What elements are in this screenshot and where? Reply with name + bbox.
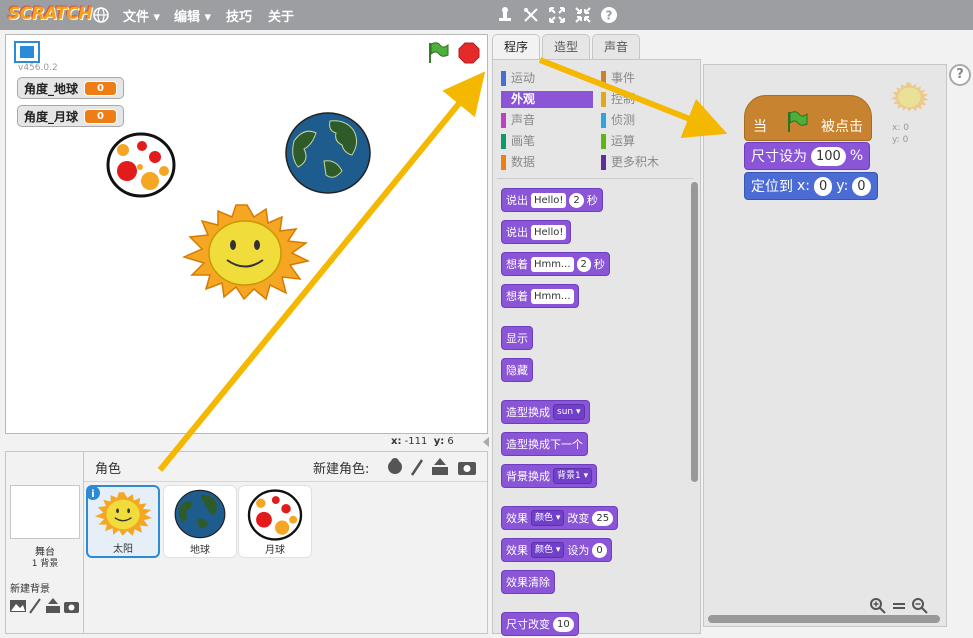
moon-sprite[interactable] xyxy=(106,132,176,198)
backdrop-tools xyxy=(10,598,79,614)
new-sprite-tools xyxy=(388,458,476,476)
globe-icon[interactable] xyxy=(92,6,110,24)
category-motion[interactable]: 运动 xyxy=(501,70,593,87)
help-button[interactable]: ? xyxy=(949,64,971,86)
block-clear-effects[interactable]: 效果清除 xyxy=(501,570,555,594)
grow-icon[interactable] xyxy=(548,6,566,24)
block-set-effect[interactable]: 效果 颜色 ▾ 设为 0 xyxy=(501,538,612,562)
block-goto-xy[interactable]: 定位到 x: 0 y: 0 xyxy=(744,172,878,200)
help-circle-icon[interactable]: ? xyxy=(600,6,618,24)
green-flag-icon xyxy=(788,111,808,132)
block-say-for-secs[interactable]: 说出 Hello! 2 秒 xyxy=(501,188,603,212)
backdrop-count: 1 背景 xyxy=(31,559,59,569)
stage-thumbnail[interactable] xyxy=(10,485,80,539)
sun-thumbnail xyxy=(94,492,153,536)
script-area[interactable]: 当 被点击 尺寸设为 100% 定位到 x: 0 y: 0 x: 0 y: 0 xyxy=(703,64,947,627)
block-hide[interactable]: 隐藏 xyxy=(501,358,533,382)
tab-costumes[interactable]: 造型 xyxy=(542,34,590,59)
variable-monitor: 角度_月球 0 xyxy=(17,105,124,127)
block-say[interactable]: 说出 Hello! xyxy=(501,220,572,244)
block-show[interactable]: 显示 xyxy=(501,326,533,350)
palette-scrollbar[interactable] xyxy=(691,182,698,482)
scratch-logo[interactable]: SCRATCH xyxy=(8,4,93,24)
version-label: v456.0.2 xyxy=(18,63,58,73)
upload-icon xyxy=(432,458,448,475)
variable-name: 角度_月球 xyxy=(24,109,79,124)
new-sprite-label: 新建角色: xyxy=(313,462,370,477)
sprite-x-readout: x: 0 xyxy=(892,123,909,133)
category-sound[interactable]: 声音 xyxy=(501,112,593,129)
category-operators[interactable]: 运算 xyxy=(601,133,693,150)
stop-icon[interactable] xyxy=(458,42,480,64)
tab-scripts[interactable]: 程序 xyxy=(492,34,540,60)
block-switch-backdrop[interactable]: 背景换成 背景1 ▾ xyxy=(501,464,598,488)
zoom-reset-icon[interactable] xyxy=(890,597,908,615)
zoom-controls xyxy=(869,597,929,615)
sun-sprite[interactable] xyxy=(182,203,312,301)
camera-icon xyxy=(458,462,476,475)
menu-about[interactable]: 关于 xyxy=(268,6,294,25)
paintbrush-icon xyxy=(410,459,424,476)
green-flag-icon[interactable] xyxy=(426,41,450,65)
camera-icon xyxy=(64,602,79,613)
moon-thumbnail xyxy=(247,489,303,541)
upload-icon xyxy=(46,598,60,613)
sprites-header: 角色 新建角色: xyxy=(84,452,487,482)
category-pen[interactable]: 画笔 xyxy=(501,133,593,150)
tab-sounds[interactable]: 声音 xyxy=(592,34,640,59)
zoom-in-icon[interactable] xyxy=(869,597,887,615)
sprite-name: 月球 xyxy=(265,545,285,556)
stage-column: 舞台 1 背景 新建背景 xyxy=(6,452,84,633)
block-next-costume[interactable]: 造型换成下一个 xyxy=(501,432,588,456)
sprite-preview-sun xyxy=(890,82,929,112)
sprite-card-earth[interactable]: 地球 xyxy=(163,485,237,558)
earth-sprite[interactable] xyxy=(284,111,372,195)
zoom-out-icon[interactable] xyxy=(911,597,929,615)
variable-value: 0 xyxy=(84,80,117,96)
divider xyxy=(497,178,693,179)
block-when-flag-clicked[interactable]: 当 被点击 xyxy=(744,95,872,141)
block-think[interactable]: 想着 Hmm... xyxy=(501,284,579,308)
sprite-library-icon xyxy=(388,458,402,474)
category-data[interactable]: 数据 xyxy=(501,154,593,171)
sprite-y-readout: y: 0 xyxy=(892,135,909,145)
cut-icon[interactable] xyxy=(522,6,540,24)
new-backdrop-label: 新建背景 xyxy=(10,584,50,595)
earth-thumbnail xyxy=(174,489,226,539)
sprite-name: 太阳 xyxy=(113,544,133,555)
category-sensing[interactable]: 侦测 xyxy=(601,112,693,129)
sprite-card-moon[interactable]: 月球 xyxy=(238,485,312,558)
block-palette: 运动 事件 外观 控制 声音 侦测 画笔 运算 数据 更多积木 说出 Hello!… xyxy=(492,59,701,636)
stamp-icon[interactable] xyxy=(496,6,514,24)
landscape-icon xyxy=(10,600,26,612)
paintbrush-icon xyxy=(29,598,41,614)
script-scrollbar[interactable] xyxy=(708,615,940,623)
category-events[interactable]: 事件 xyxy=(601,70,693,87)
menu-file[interactable]: 文件 ▾ xyxy=(123,6,160,25)
mouse-coordinates: x: -111 y: 6 xyxy=(391,436,454,447)
variable-name: 角度_地球 xyxy=(24,81,79,96)
svg-text:?: ? xyxy=(606,9,613,23)
menu-tips[interactable]: 技巧 xyxy=(226,6,252,25)
sprite-pane: 舞台 1 背景 新建背景 角色 新建角色: i 太阳 地球 月球 xyxy=(5,451,488,634)
shrink-icon[interactable] xyxy=(574,6,592,24)
stage[interactable]: v456.0.2 角度_地球 0 角度_月球 0 xyxy=(5,34,488,434)
presentation-mode-icon[interactable] xyxy=(14,41,40,63)
category-control[interactable]: 控制 xyxy=(601,91,693,108)
block-change-size[interactable]: 尺寸改变 10 xyxy=(501,612,579,636)
sprites-title: 角色 xyxy=(95,462,122,477)
variable-monitor: 角度_地球 0 xyxy=(17,77,124,99)
category-more-blocks[interactable]: 更多积木 xyxy=(601,154,693,171)
collapse-arrow-icon[interactable] xyxy=(482,436,490,448)
menu-bar: SCRATCH 文件 ▾ 编辑 ▾ 技巧 关于 ? xyxy=(0,0,973,30)
block-think-for-secs[interactable]: 想着 Hmm... 2 秒 xyxy=(501,252,610,276)
block-set-size[interactable]: 尺寸设为 100% xyxy=(744,142,871,170)
menu-edit[interactable]: 编辑 ▾ xyxy=(174,6,211,25)
category-looks[interactable]: 外观 xyxy=(501,91,593,108)
block-switch-costume[interactable]: 造型换成 sun ▾ xyxy=(501,400,590,424)
sprite-name: 地球 xyxy=(190,545,210,556)
block-change-effect[interactable]: 效果 颜色 ▾ 改变 25 xyxy=(501,506,619,530)
sprite-card-sun[interactable]: i 太阳 xyxy=(86,485,160,558)
variable-value: 0 xyxy=(84,108,117,124)
